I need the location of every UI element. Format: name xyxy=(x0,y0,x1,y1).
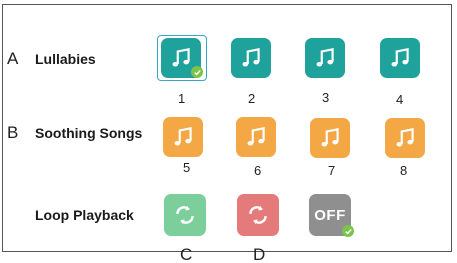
track-number: 4 xyxy=(396,92,404,107)
row-marker-a: A xyxy=(7,49,19,68)
music-note-icon xyxy=(247,127,265,146)
music-note-icon xyxy=(242,48,260,67)
selected-check-icon xyxy=(191,66,203,78)
music-note-icon xyxy=(321,128,339,147)
soothing-track-7-button[interactable] xyxy=(310,118,350,158)
track-number: 5 xyxy=(183,160,191,175)
lullaby-track-2-button[interactable] xyxy=(231,38,271,78)
playback-settings-panel: A Lullabies 1 2 3 4 B Soothing Songs 5 6… xyxy=(0,0,457,263)
loop-red-icon xyxy=(249,205,267,225)
soothing-track-8-button[interactable] xyxy=(385,118,425,158)
track-number: 8 xyxy=(400,163,408,178)
track-number: 1 xyxy=(178,91,186,106)
track-number: 3 xyxy=(322,90,330,105)
loop-on-green-button[interactable] xyxy=(164,194,206,236)
music-note-icon xyxy=(172,48,190,67)
track-number: 7 xyxy=(328,163,336,178)
selected-check-icon xyxy=(342,225,354,237)
row-marker-b: B xyxy=(7,123,19,142)
music-note-icon xyxy=(316,48,334,67)
soothing-songs-label: Soothing Songs xyxy=(35,125,143,141)
track-number: 6 xyxy=(254,163,262,178)
option-marker-c: C xyxy=(180,245,193,263)
music-note-icon xyxy=(391,48,409,67)
lullaby-track-4-button[interactable] xyxy=(380,38,420,78)
soothing-track-5-button[interactable] xyxy=(163,117,203,157)
loop-on-red-button[interactable] xyxy=(237,194,279,236)
off-icon: OFF xyxy=(314,206,346,224)
loop-playback-label: Loop Playback xyxy=(35,207,134,223)
lullaby-track-3-button[interactable] xyxy=(305,38,345,78)
option-marker-d: D xyxy=(253,245,266,263)
track-number: 2 xyxy=(248,91,256,106)
music-note-icon xyxy=(174,127,192,146)
music-note-icon xyxy=(396,128,414,147)
loop-green-icon xyxy=(176,205,194,225)
soothing-track-6-button[interactable] xyxy=(236,117,276,157)
lullabies-label: Lullabies xyxy=(35,51,96,67)
